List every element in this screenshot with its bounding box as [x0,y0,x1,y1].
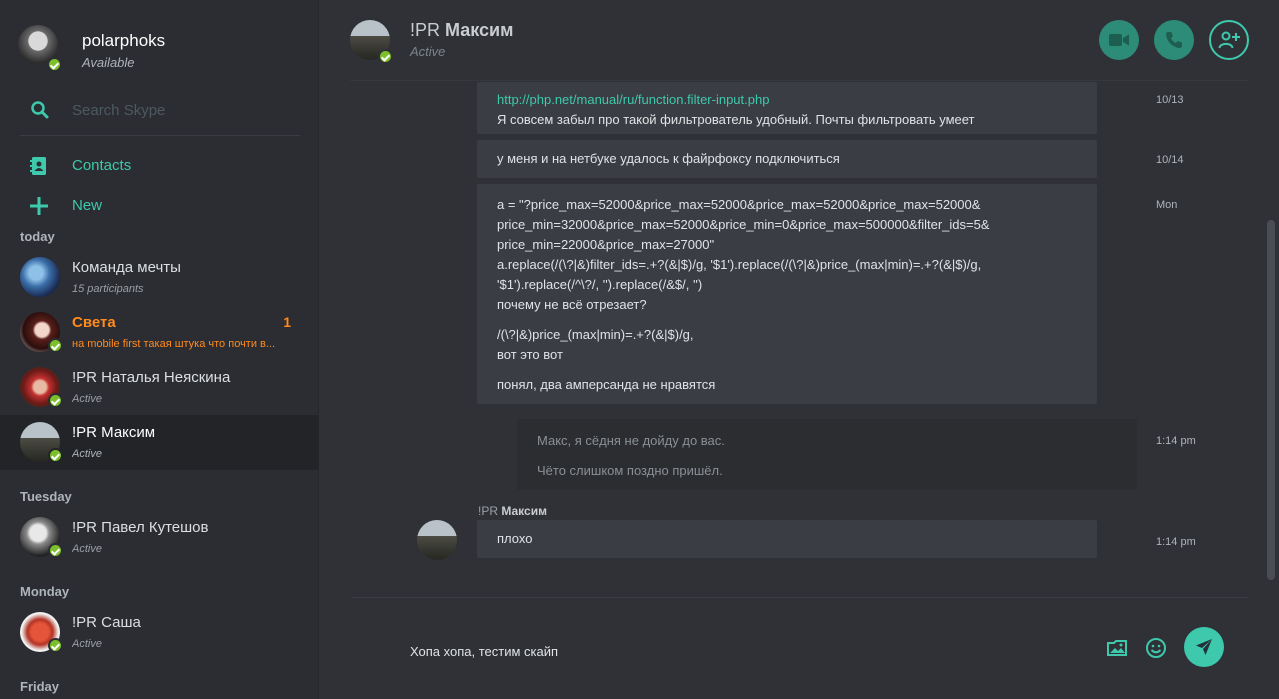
message-text: вот это вот [497,347,563,362]
sender-prefix: !PR [478,504,499,518]
contact-subtitle: Active [72,543,102,555]
section-today: today [20,229,55,244]
search-bar [20,90,300,136]
message-text: почему не всё отрезает? [497,297,647,312]
contact-item-selected[interactable]: !PR Максим Active [0,415,319,470]
contact-item[interactable]: !PR Саша Active [0,605,319,660]
message-timestamp: 1:14 pm [1156,536,1196,548]
message-timestamp: 10/13 [1156,94,1184,106]
message-text: a.replace(/(\?|&)filter_ids=.+?(&|$)/g, … [497,257,982,272]
sender-name: Максим [501,504,547,518]
chat-title-prefix: !PR [410,20,441,40]
send-button[interactable] [1184,627,1224,667]
message-text: Макс, я сёдня не дойду до вас. [537,433,725,448]
chat-title-name: Максим [445,20,514,40]
contact-item[interactable]: !PR Наталья Неяскина Active [0,360,319,415]
online-status-icon [47,57,62,72]
message-text: понял, два амперсанда не нравятся [497,377,716,392]
media-icon[interactable] [1105,636,1129,660]
contact-last-message: на mobile first такая штука что почти в.… [72,338,276,350]
new-label: New [72,197,103,214]
message-link[interactable]: http://php.net/manual/ru/function.filter… [497,90,1077,110]
contact-name: Света [72,314,116,331]
send-icon [1196,639,1212,655]
contact-name: !PR Саша [72,614,141,631]
sidebar: polarphoks Available Contacts New today [0,0,319,699]
header-divider [350,80,1248,81]
plus-icon [30,197,48,215]
contact-name: !PR Наталья Неяскина [72,369,231,386]
add-person-icon [1218,31,1240,49]
online-status-icon [48,638,63,653]
composer-divider [352,597,1248,598]
message-list[interactable]: http://php.net/manual/ru/function.filter… [320,82,1279,596]
message-scrollbar[interactable] [1267,220,1275,580]
contact-item[interactable]: Команда мечты 15 participants [0,250,319,305]
message-text: Чёто слишком поздно пришёл. [537,463,723,478]
contact-name: !PR Павел Кутешов [72,519,209,536]
online-status-icon [48,393,63,408]
phone-icon [1166,32,1182,48]
contacts-icon [30,157,46,175]
contact-avatar [20,257,60,297]
message-sender: !PR Максим [478,504,547,518]
contact-subtitle: Active [72,638,102,650]
message-timestamp: 10/14 [1156,154,1184,166]
message-text: a = "?price_max=52000&price_max=52000&pr… [497,197,981,212]
video-call-button[interactable] [1099,20,1139,60]
message-bubble[interactable]: http://php.net/manual/ru/function.filter… [477,82,1097,134]
profile-name: polarphoks [82,31,166,50]
contact-item[interactable]: Света 1 на mobile first такая штука что … [0,305,319,360]
audio-call-button[interactable] [1154,20,1194,60]
search-icon [31,101,49,119]
section-tuesday: Tuesday [20,489,72,504]
emoji-icon[interactable] [1144,636,1168,660]
message-text: '$1').replace(/^\?/, '').replace(/&$/, '… [497,277,703,292]
online-status-icon [378,49,393,64]
profile-status[interactable]: Available [82,55,135,70]
message-text: у меня и на нетбуке удалось к файрфоксу … [497,151,840,166]
message-bubble[interactable]: a = "?price_max=52000&price_max=52000&pr… [477,184,1097,404]
chat-panel: !PR Максим Active http://php.net/manual/… [320,0,1279,699]
message-bubble[interactable]: плохо [477,520,1097,558]
section-monday: Monday [20,584,70,599]
message-timestamp: 1:14 pm [1156,435,1196,447]
message-input[interactable] [410,640,1060,662]
contact-name: !PR Максим [72,424,156,441]
message-text: плохо [497,531,533,546]
online-status-icon [48,338,63,353]
add-participant-button[interactable] [1209,20,1249,60]
section-friday: Friday [20,679,60,694]
chat-title[interactable]: !PR Максим [410,20,513,41]
message-bubble[interactable]: у меня и на нетбуке удалось к файрфоксу … [477,140,1097,178]
chat-header: !PR Максим Active [320,0,1279,82]
nav-new[interactable]: New [20,191,300,221]
contacts-label: Contacts [72,157,132,174]
contact-subtitle: Active [72,393,102,405]
sender-avatar[interactable] [417,520,457,560]
unread-count-badge: 1 [283,314,291,330]
video-call-icon [1109,34,1129,46]
message-timestamp: Mon [1156,199,1178,211]
chat-status: Active [410,44,446,59]
profile[interactable]: polarphoks Available [18,22,308,74]
contact-name: Команда мечты [72,259,181,276]
message-text: price_min=32000&price_max=52000&price_mi… [497,217,990,232]
search-input[interactable] [72,98,292,122]
nav-contacts[interactable]: Contacts [20,151,300,181]
message-text: Я совсем забыл про такой фильтрователь у… [497,112,975,127]
contact-subtitle: 15 participants [72,283,144,295]
online-status-icon [48,543,63,558]
message-bubble-own[interactable]: Макс, я сёдня не дойду до вас. Чёто слиш… [517,419,1137,490]
online-status-icon [48,448,63,463]
contact-item[interactable]: !PR Павел Кутешов Active [0,510,319,565]
message-text: price_min=22000&price_max=27000" [497,237,715,252]
message-text: /(\?|&)price_(max|min)=.+?(&|$)/g, [497,327,694,342]
contact-subtitle: Active [72,448,102,460]
